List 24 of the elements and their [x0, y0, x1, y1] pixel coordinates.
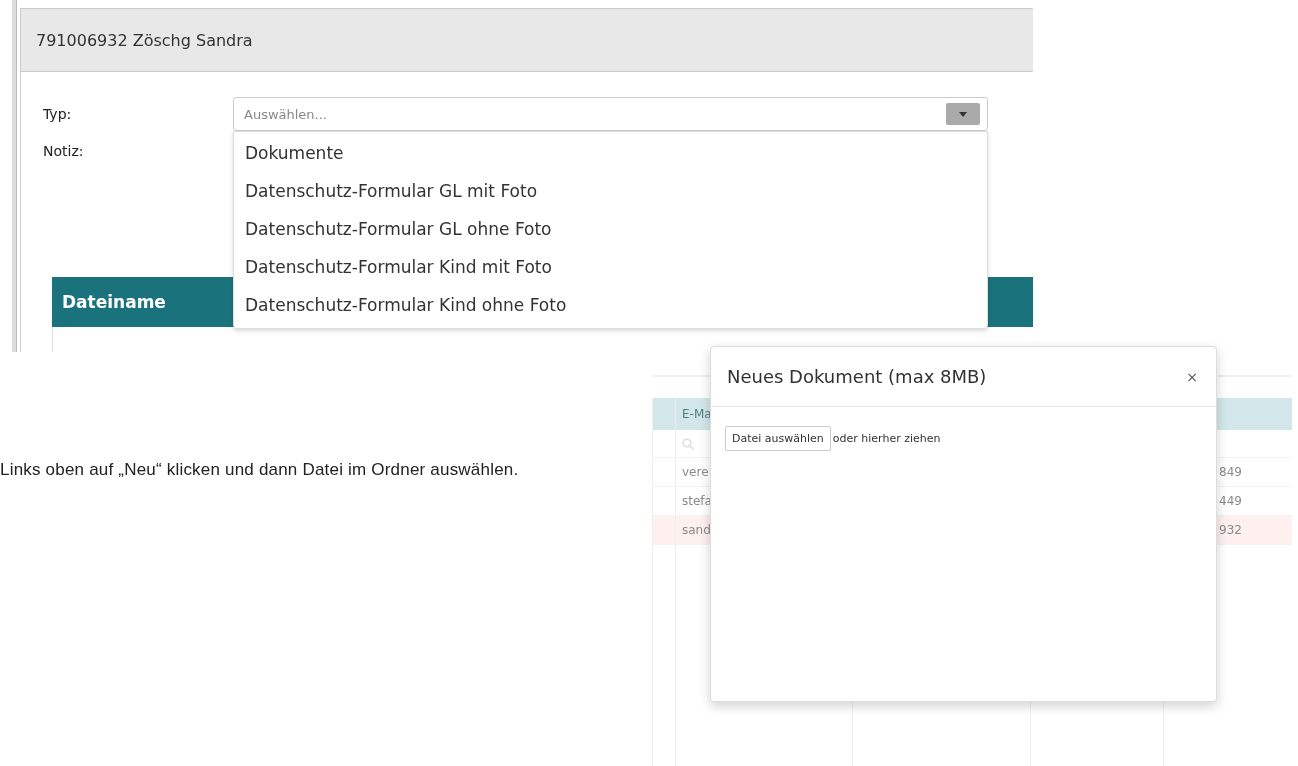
field-label: Notiz: [43, 143, 85, 159]
search-icon [682, 437, 694, 450]
table-cell: sand [682, 523, 711, 537]
select-placeholder: Auswählen... [244, 106, 327, 122]
file-select-button[interactable]: Datei auswählen [725, 426, 831, 451]
table-cell: 449 [1219, 494, 1242, 508]
table-cell: vere [682, 465, 709, 479]
instruction-text: Links oben auf „Neu“ klicken und dann Datei im Ordner auswählen. [0, 459, 520, 481]
type-select[interactable]: Auswählen... [233, 97, 988, 131]
dialog-title: Neues Dokument (max 8MB) [727, 366, 987, 387]
dropdown-option[interactable]: Datenschutz-Formular Kind mit Foto [234, 248, 987, 286]
caret-icon [959, 111, 967, 117]
dropdown-option[interactable]: Datenschutz-Formular GL mit Foto [234, 172, 987, 210]
field-label: Typ: [43, 106, 73, 122]
dropdown-option[interactable]: Datenschutz-Formular Kind ohne Foto [234, 286, 987, 324]
close-button[interactable]: × [1182, 366, 1202, 387]
table-cell: 932 [1219, 523, 1242, 537]
table-cell: 849 [1219, 465, 1242, 479]
column-header: Dateiname [62, 292, 166, 312]
drop-hint: oder hierher ziehen [832, 432, 941, 445]
dropdown-option[interactable]: Dokumente [234, 134, 987, 172]
dropdown-option[interactable]: Datenschutz-Formular GL ohne Foto [234, 210, 987, 248]
dropdown-button[interactable] [946, 103, 980, 125]
panel-title: 791006932 Zöschg Sandra [36, 30, 253, 50]
